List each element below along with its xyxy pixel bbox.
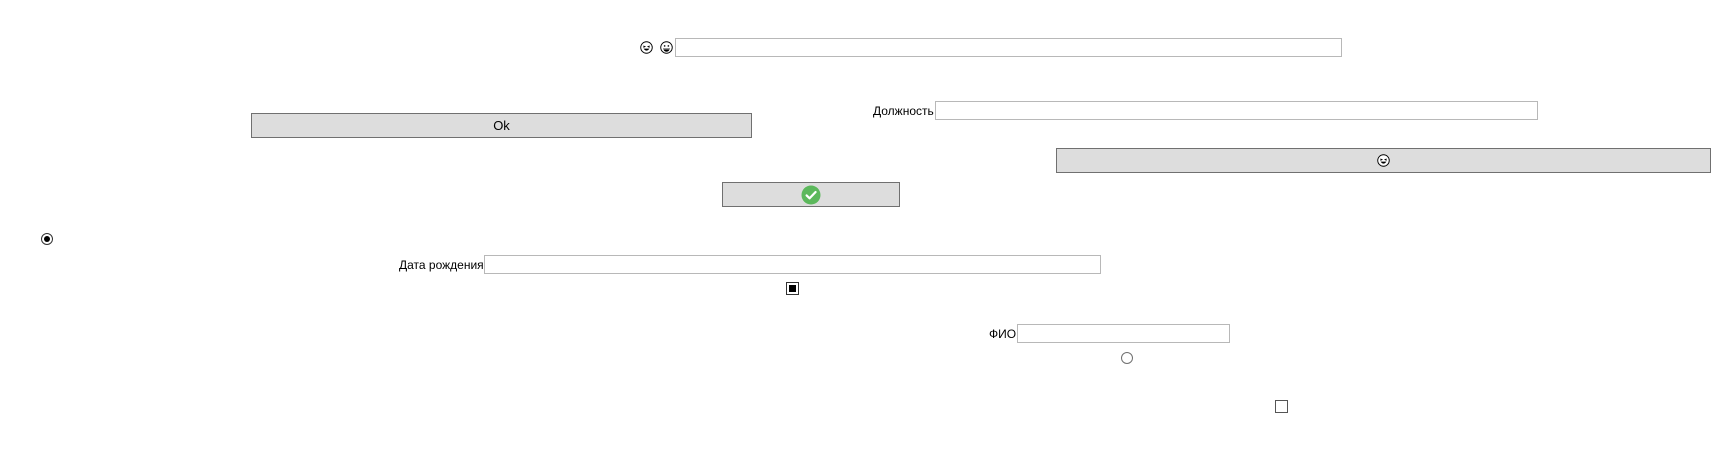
green-check-circle-icon	[801, 185, 821, 205]
confirm-check-button[interactable]	[722, 182, 900, 207]
grinning-squint-face-icon	[1377, 154, 1390, 167]
checkbox-2[interactable]	[1275, 400, 1288, 413]
checkbox-indeterminate-mark	[789, 285, 796, 292]
birthdate-label: Дата рождения	[399, 258, 484, 272]
birthdate-input[interactable]	[484, 255, 1101, 274]
emoji-button[interactable]	[1056, 148, 1711, 173]
grinning-face-icon	[660, 41, 673, 57]
position-label: Должность	[873, 104, 934, 118]
checkbox-1[interactable]	[786, 282, 799, 295]
ok-button-label: Ok	[493, 118, 510, 133]
fullname-label: ФИО	[989, 327, 1017, 341]
radio-button-2[interactable]	[1121, 352, 1133, 364]
top-text-input[interactable]	[675, 38, 1342, 57]
fullname-input[interactable]	[1017, 324, 1230, 343]
ok-button[interactable]: Ok	[251, 113, 752, 138]
grinning-squint-face-icon	[640, 41, 653, 57]
position-input[interactable]	[935, 101, 1538, 120]
radio-button-1[interactable]	[41, 233, 53, 245]
radio-selected-dot	[44, 236, 50, 242]
